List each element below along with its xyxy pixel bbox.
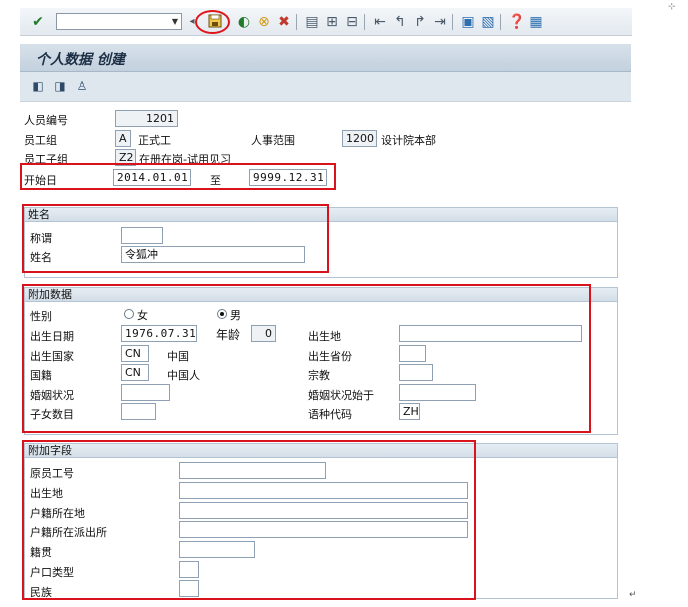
employee-group-label: 员工组 [24,134,57,147]
personnel-area-text: 设计院本部 [381,134,436,147]
previous-record-icon[interactable]: ◧ [30,78,46,94]
layout-icon[interactable]: ▦ [528,14,544,30]
sap-personal-data-screen: ✔ ▼ ◂ ◐ ⊗ ✖ ▤ ⊞ ⊟ ⇤ ↰ ↱ ⇥ ▣ ▧ ❓ ▦ ⊹ 个人数据… [0,0,688,607]
personnel-number-label: 人员编号 [24,114,68,127]
print-icon[interactable]: ▤ [304,14,320,30]
next-page-icon[interactable]: ↱ [412,14,428,30]
back-icon[interactable]: ◐ [236,14,252,30]
name-highlight-box [22,204,329,273]
return-mark-icon: ↵ [629,590,637,600]
person-icon[interactable]: ♙ [74,78,90,94]
application-toolbar: ◧ ◨ ♙ [20,72,631,102]
employee-group-text: 正式工 [138,134,171,147]
employee-group-field[interactable]: A [115,130,131,147]
find-next-icon[interactable]: ⊟ [344,14,360,30]
enter-icon[interactable]: ✔ [30,14,46,30]
prev-page-icon[interactable]: ↰ [392,14,408,30]
last-page-icon[interactable]: ⇥ [432,14,448,30]
additional-data-highlight-box [22,284,591,433]
date-highlight-box [20,163,336,190]
title-bar: 个人数据 创建 [20,44,631,72]
personnel-area-label: 人事范围 [251,134,295,147]
next-record-icon[interactable]: ◨ [52,78,68,94]
shortcut-icon[interactable]: ▧ [480,14,496,30]
create-session-icon[interactable]: ▣ [460,14,476,30]
custom-fields-highlight-box [22,440,476,600]
personnel-area-field[interactable]: 1200 [342,130,377,147]
find-icon[interactable]: ⊞ [324,14,340,30]
corner-mark: ⊹ [668,2,676,12]
dropdown-arrow-icon[interactable]: ▼ [172,17,178,26]
personnel-number-field[interactable]: 1201 [115,110,178,127]
first-page-icon[interactable]: ⇤ [372,14,388,30]
command-field[interactable]: ▼ [56,13,182,30]
save-highlight-ring [195,10,230,34]
page-title: 个人数据 创建 [36,52,125,68]
cancel-icon[interactable]: ✖ [276,14,292,30]
exit-icon[interactable]: ⊗ [256,14,272,30]
help-icon[interactable]: ❓ [508,14,525,30]
standard-toolbar: ✔ ▼ ◂ ◐ ⊗ ✖ ▤ ⊞ ⊟ ⇤ ↰ ↱ ⇥ ▣ ▧ ❓ ▦ [20,8,632,36]
